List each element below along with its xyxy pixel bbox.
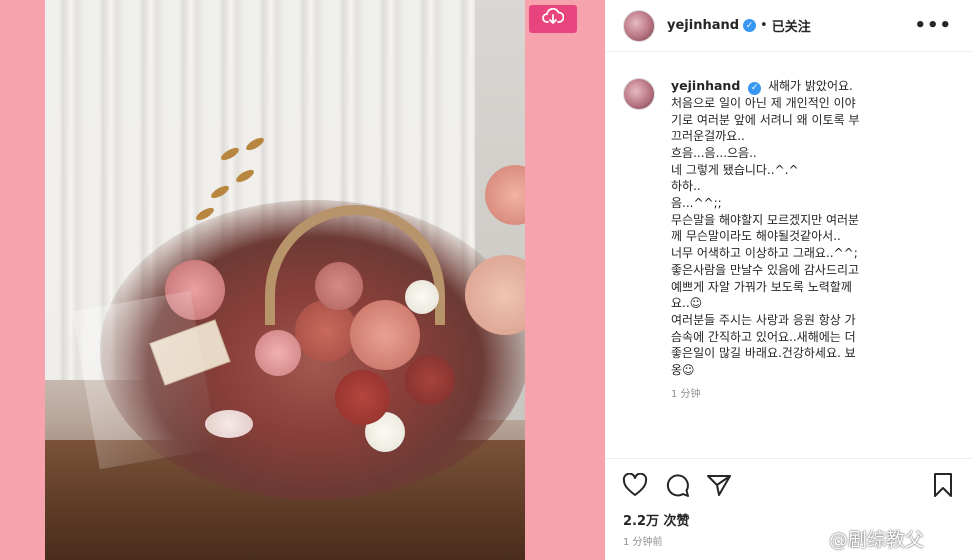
caption-line: 음...^^;; [671, 196, 722, 211]
flower [255, 330, 301, 376]
flower [295, 300, 357, 362]
post-photo[interactable] [45, 0, 525, 560]
post-panel: yejinhand ✓ • 已关注 ••• yejinhand ✓ 새해가 밝았… [605, 0, 972, 560]
caption-line: 옹☺ [671, 363, 695, 378]
action-bar [621, 470, 957, 500]
caption-line: 처음으로 일이 아닌 제 개인적인 이야 [671, 95, 856, 110]
weibo-icon [795, 524, 829, 553]
caption-line: 요..☺ [671, 296, 703, 311]
caption-line: 새해가 밝았어요. [767, 79, 853, 93]
verified-badge-icon: ✓ [748, 81, 762, 95]
caption-line: 기로 여러분 앞에 서려니 왜 이토록 부 [671, 112, 860, 127]
heart-icon[interactable] [621, 471, 649, 499]
caption-line: 네 그렇게 됐습니다..^.^ [671, 162, 799, 177]
caption-body: yejinhand ✓ 새해가 밝았어요. 처음으로 일이 아닌 제 개인적인 … [671, 78, 860, 404]
flower [350, 300, 420, 370]
bookmark-icon[interactable] [929, 471, 957, 499]
weibo-watermark: @剧综教父 [795, 524, 924, 553]
caption-line: 너무 어색하고 이상하고 그래요..^^; [671, 246, 858, 261]
caption-username[interactable]: yejinhand [671, 78, 740, 93]
follow-status-button[interactable]: 已关注 [772, 16, 811, 35]
caption: yejinhand ✓ 새해가 밝았어요. 처음으로 일이 아닌 제 개인적인 … [623, 78, 963, 404]
flower [315, 262, 363, 310]
caption-line: 예쁘게 자알 가꿔가 보도록 노력할께 [671, 279, 852, 294]
avatar[interactable] [623, 78, 655, 110]
caption-line: 좋은사람을 만날수 있음에 감사드리고 [671, 262, 860, 277]
caption-line: 께 무슨말이라도 해야될것같아서.. [671, 229, 841, 244]
post-header: yejinhand ✓ • 已关注 ••• [605, 0, 972, 52]
share-icon[interactable] [705, 471, 733, 499]
flower [405, 280, 439, 314]
username[interactable]: yejinhand [667, 18, 739, 33]
caption-line: 슴속에 간직하고 있어요..새해에는 더 [671, 329, 856, 344]
caption-line: 흐음...음...으음.. [671, 145, 757, 160]
separator: • [760, 18, 768, 33]
like-count[interactable]: 2.2万 次赞 [623, 510, 690, 529]
post-timestamp: 1 分钟前 [623, 537, 663, 548]
cloud-download-icon [542, 7, 565, 30]
avatar[interactable] [623, 9, 655, 42]
caption-line: 무슨말을 해야할지 모르겠지만 여러분 [671, 212, 860, 227]
download-button[interactable] [529, 5, 577, 33]
flower [405, 355, 455, 405]
caption-line: 끄러운걸까요.. [671, 129, 745, 144]
watermark-text: @剧综教父 [829, 529, 925, 551]
caption-line: 좋은일이 많길 바래요.건강하세요. 뵤 [671, 346, 856, 361]
caption-line: 하하.. [671, 179, 701, 194]
more-options-icon[interactable]: ••• [914, 15, 952, 36]
flower [335, 370, 390, 425]
caption-line: 여러분들 주시는 사랑과 응원 항상 가 [671, 312, 856, 327]
comment-icon[interactable] [663, 471, 691, 499]
caption-timestamp: 1 分钟 [671, 388, 701, 400]
verified-badge-icon: ✓ [743, 19, 757, 32]
divider [605, 458, 972, 459]
